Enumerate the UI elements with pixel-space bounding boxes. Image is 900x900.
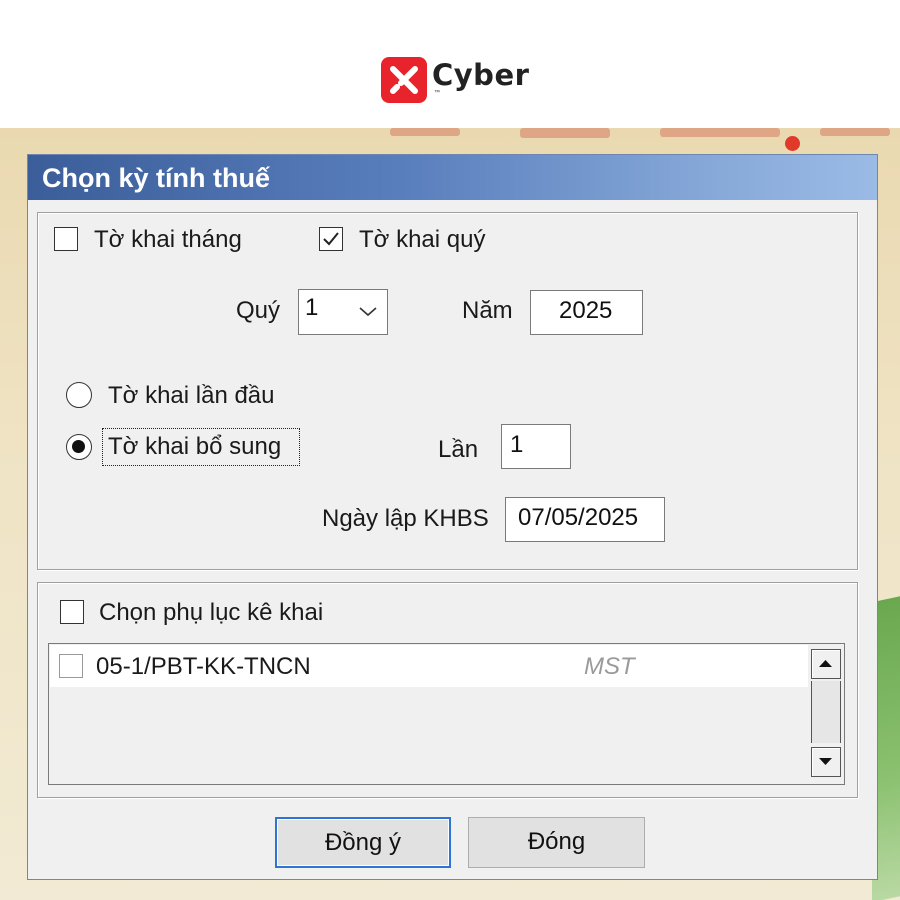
supplementary-radio[interactable]: [66, 434, 92, 460]
appendix-label[interactable]: Chọn phụ lục kê khai: [99, 599, 323, 627]
quarterly-label[interactable]: Tờ khai quý: [359, 226, 485, 254]
dialog-titlebar[interactable]: Chọn kỳ tính thuế: [28, 155, 877, 200]
background-decoration: [820, 128, 890, 136]
times-label: Lần: [438, 436, 479, 463]
khbs-date-label: Ngày lập KHBS: [322, 505, 489, 532]
monthly-checkbox[interactable]: [54, 227, 78, 251]
dialog-title: Chọn kỳ tính thuế: [42, 163, 270, 193]
brand-name: Cyber: [432, 58, 530, 92]
list-item-checkbox[interactable]: [59, 654, 83, 678]
chevron-down-icon: [359, 307, 377, 317]
first-declaration-label[interactable]: Tờ khai lần đầu: [108, 382, 275, 410]
background-decoration: [660, 128, 780, 137]
scroll-track[interactable]: [811, 681, 841, 743]
supplementary-label[interactable]: Tờ khai bổ sung: [108, 433, 281, 461]
list-item-hint: MST: [584, 653, 635, 680]
brand-trademark: ™: [434, 90, 440, 96]
checkmark-icon: [323, 232, 339, 246]
year-label: Năm: [462, 297, 513, 324]
quarterly-checkbox[interactable]: [319, 227, 343, 251]
cyber-logo-icon: [381, 57, 427, 103]
scroll-up-button[interactable]: [811, 649, 841, 679]
monthly-label[interactable]: Tờ khai tháng: [94, 226, 242, 254]
scroll-down-button[interactable]: [811, 747, 841, 777]
appendix-checkbox[interactable]: [60, 600, 84, 624]
list-scrollbar[interactable]: [809, 645, 843, 783]
year-field[interactable]: 2025: [530, 290, 643, 335]
ok-button[interactable]: Đồng ý: [275, 817, 451, 868]
quarter-select[interactable]: 1: [298, 289, 388, 335]
first-declaration-radio[interactable]: [66, 382, 92, 408]
close-button[interactable]: Đóng: [468, 817, 645, 868]
quarter-value: 1: [305, 294, 319, 321]
tax-period-dialog: Chọn kỳ tính thuế Tờ khai tháng Tờ khai …: [27, 154, 878, 880]
arrow-down-icon: [819, 758, 832, 765]
times-field[interactable]: 1: [501, 424, 571, 469]
list-item-code: 05-1/PBT-KK-TNCN: [96, 653, 311, 680]
list-item[interactable]: 05-1/PBT-KK-TNCN MST: [50, 645, 808, 687]
arrow-up-icon: [819, 660, 832, 667]
period-group: Tờ khai tháng Tờ khai quý Quý 1 Năm 2025…: [37, 212, 858, 570]
background-decoration: [520, 128, 610, 138]
quarter-label: Quý: [236, 297, 281, 324]
background-decoration: [390, 128, 460, 136]
khbs-date-field[interactable]: 07/05/2025: [505, 497, 665, 542]
brand-header: Cyber ™: [0, 0, 900, 128]
background-dot: [785, 136, 800, 151]
appendix-list[interactable]: 05-1/PBT-KK-TNCN MST: [48, 643, 845, 785]
